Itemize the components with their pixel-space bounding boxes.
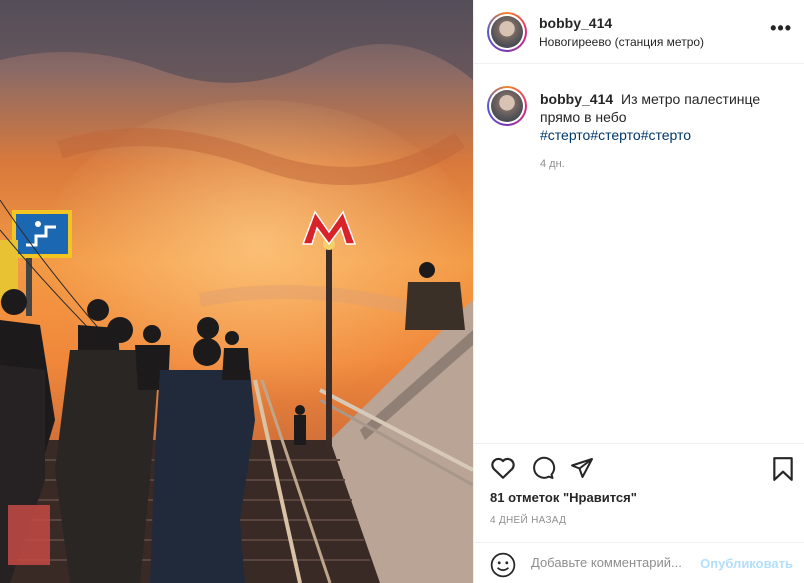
post-actions: 81 отметок "Нравится" 4 ДНЕЙ НАЗАД Опубл…: [474, 443, 804, 583]
more-horizontal-icon[interactable]: •••: [770, 18, 792, 38]
publish-button[interactable]: Опубликовать: [700, 556, 793, 571]
comment-icon[interactable]: [530, 456, 556, 483]
comment-input[interactable]: [531, 555, 696, 570]
profile-photo: [491, 90, 523, 122]
post-header: bobby_414 Новогиреево (станция метро) ••…: [474, 0, 804, 64]
sunset-metro-image: [0, 0, 473, 583]
bookmark-icon[interactable]: [771, 456, 795, 485]
share-icon[interactable]: [569, 456, 595, 483]
likes-count[interactable]: 81 отметок "Нравится": [490, 490, 637, 505]
caption-avatar[interactable]: [487, 86, 527, 126]
profile-photo: [491, 16, 523, 48]
post-side-panel: bobby_414 Новогиреево (станция метро) ••…: [473, 0, 804, 583]
post-date: 4 ДНЕЙ НАЗАД: [490, 515, 567, 526]
post-photo[interactable]: [0, 0, 473, 583]
caption-username[interactable]: bobby_414: [540, 91, 613, 107]
emoji-icon[interactable]: [490, 552, 516, 581]
avatar[interactable]: [487, 12, 527, 52]
caption-hashtags[interactable]: #стерто#стерто#стерто: [540, 127, 691, 143]
caption-text-block: bobby_414 Из метро палестинце прямо в не…: [540, 90, 790, 144]
caption-time: 4 дн.: [540, 158, 565, 170]
comment-bar: Опубликовать: [474, 542, 804, 583]
header-username[interactable]: bobby_414: [539, 15, 612, 31]
location-link[interactable]: Новогиреево (станция метро): [539, 35, 704, 49]
heart-icon[interactable]: [490, 456, 516, 483]
